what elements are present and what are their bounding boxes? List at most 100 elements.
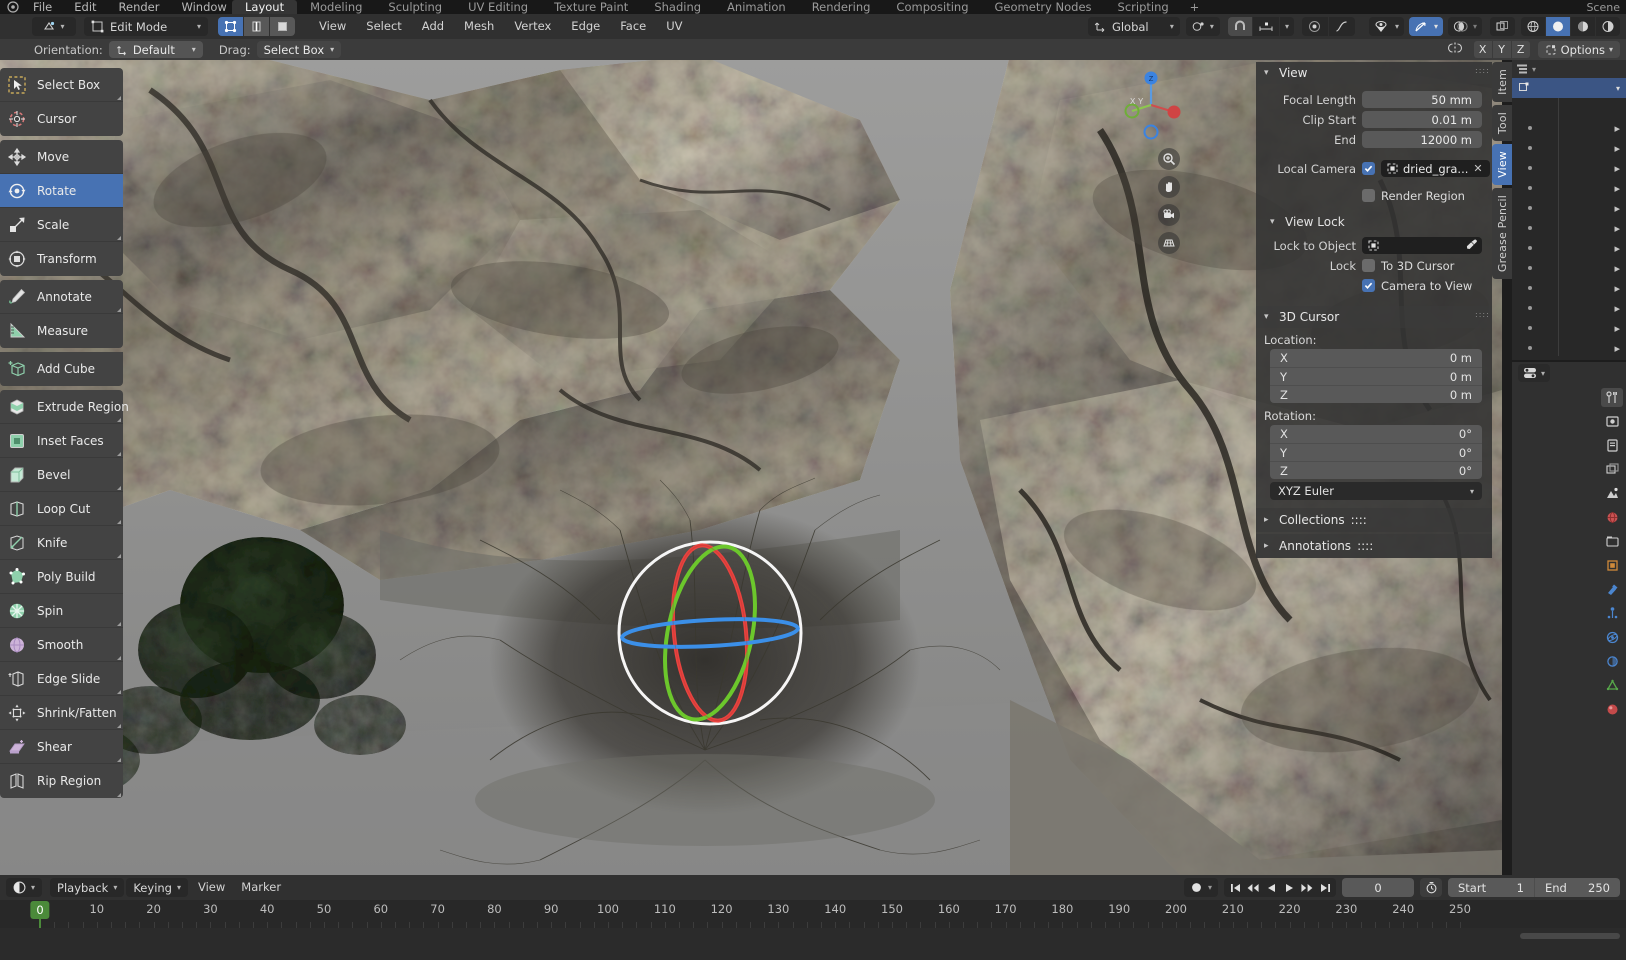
tool-rotate[interactable]: Rotate <box>0 174 123 208</box>
menu-mesh[interactable]: Mesh <box>454 17 504 36</box>
data-properties-icon[interactable] <box>1601 676 1623 695</box>
outliner-row[interactable]: ▸ <box>1512 218 1626 238</box>
magnet-icon[interactable] <box>1227 17 1252 36</box>
snap-increment-icon[interactable] <box>1252 17 1279 36</box>
tool-poly-build[interactable]: Poly Build <box>0 560 123 594</box>
face-select-icon[interactable] <box>270 17 295 36</box>
timeline-scrollbar[interactable] <box>1520 933 1620 939</box>
tool-scale[interactable]: Scale <box>0 208 123 242</box>
tool-loop-cut[interactable]: Loop Cut <box>0 492 123 526</box>
rendered-shading-icon[interactable] <box>1596 17 1620 36</box>
mirror-z-button[interactable]: Z <box>1511 41 1530 58</box>
material-properties-icon[interactable] <box>1601 700 1623 719</box>
tab-layout[interactable]: Layout <box>232 0 298 14</box>
sidebar-tab-tool[interactable]: Tool <box>1492 104 1512 142</box>
tool-extrude-region[interactable]: Extrude Region <box>0 390 129 424</box>
jump-to-end-icon[interactable] <box>1316 878 1334 897</box>
menu-face[interactable]: Face <box>610 17 656 36</box>
eyedropper-icon[interactable] <box>1466 238 1478 253</box>
jump-to-prev-keyframe-icon[interactable] <box>1244 878 1262 897</box>
sidebar-tab-grease-pencil[interactable]: Grease Pencil <box>1492 187 1512 279</box>
view-lock-section-header[interactable]: ▾ View Lock <box>1256 212 1492 232</box>
view-section-header[interactable]: ▾ View :::: <box>1256 62 1492 84</box>
menu-edit[interactable]: Edit <box>63 0 107 14</box>
tool-edge-slide[interactable]: Edge Slide <box>0 662 123 696</box>
current-frame-field[interactable]: 0 <box>1342 878 1414 897</box>
tool-shear[interactable]: Shear <box>0 730 123 764</box>
local-camera-checkbox[interactable] <box>1362 162 1375 175</box>
tool-measure[interactable]: Measure <box>0 314 123 348</box>
tool-expand-corner[interactable] <box>117 554 121 558</box>
camera-view-icon[interactable] <box>1158 204 1180 226</box>
tool-expand-corner[interactable] <box>117 690 121 694</box>
outliner-row-arrow[interactable]: ▾ <box>1616 84 1620 93</box>
outliner-row[interactable] <box>1512 98 1626 118</box>
collection-properties-icon[interactable] <box>1601 532 1623 551</box>
end-frame-field[interactable]: End 250 <box>1534 878 1620 897</box>
cursor-location-z[interactable]: Z 0 m <box>1270 385 1482 403</box>
tab-uv-editing[interactable]: UV Editing <box>455 0 541 14</box>
tool-expand-corner[interactable] <box>117 793 121 797</box>
jump-to-start-icon[interactable] <box>1226 878 1244 897</box>
outliner-row[interactable]: ▸ <box>1512 258 1626 278</box>
focal-length-field[interactable]: 50 mm <box>1362 91 1482 108</box>
vertex-select-icon[interactable] <box>218 17 243 36</box>
blender-logo-icon[interactable] <box>4 0 22 14</box>
menu-add[interactable]: Add <box>412 17 454 36</box>
modifier-properties-icon[interactable] <box>1601 580 1623 599</box>
rotation-mode-dropdown[interactable]: XYZ Euler ▾ <box>1270 482 1482 500</box>
outliner-row[interactable]: ▸ <box>1512 118 1626 138</box>
annotations-section-header[interactable]: ▸ Annotations :::: <box>1256 534 1492 558</box>
clip-end-field[interactable]: 12000 m <box>1362 131 1482 148</box>
options-button[interactable]: Options ▾ <box>1537 41 1620 58</box>
outliner-row-active[interactable]: ▾ <box>1512 78 1626 98</box>
tool-bevel[interactable]: Bevel <box>0 458 123 492</box>
outliner-marker-icon[interactable]: ▸ <box>1614 162 1620 175</box>
collections-section-header[interactable]: ▸ Collections :::: <box>1256 508 1492 532</box>
tab-rendering[interactable]: Rendering <box>799 0 884 14</box>
menu-edge[interactable]: Edge <box>561 17 610 36</box>
wireframe-shading-icon[interactable] <box>1521 17 1545 36</box>
auto-keying-group[interactable]: ▾ <box>1183 878 1218 897</box>
object-properties-icon[interactable] <box>1601 556 1623 575</box>
tool-expand-corner[interactable] <box>117 452 121 456</box>
outliner-marker-icon[interactable]: ▸ <box>1614 182 1620 195</box>
tool-cursor[interactable]: Cursor <box>0 102 123 136</box>
tab-shading[interactable]: Shading <box>641 0 714 14</box>
menu-render[interactable]: Render <box>108 0 171 14</box>
gizmo-toggle[interactable]: ▾ <box>1408 17 1443 36</box>
outliner-row[interactable]: ▸ <box>1512 138 1626 158</box>
tool-expand-corner[interactable] <box>117 656 121 660</box>
outliner-editor[interactable]: ▾ ▾ ▸ ▸ ▸ ▸ ▸ ▸ ▸ ▸ ▸ ▸ ▸ ▸ <box>1512 60 1626 360</box>
solid-shading-icon[interactable] <box>1546 17 1570 36</box>
tool-expand-corner[interactable] <box>117 724 121 728</box>
tool-orientation-dropdown[interactable]: Default ▾ <box>108 41 203 58</box>
menu-file[interactable]: File <box>22 0 63 14</box>
local-camera-object-field[interactable]: dried_gra... ✕ <box>1381 160 1490 177</box>
tool-expand-corner[interactable] <box>117 486 121 490</box>
mirror-x-button[interactable]: X <box>1473 41 1492 58</box>
mode-selector[interactable]: Edit Mode ▾ <box>84 17 208 36</box>
zoom-icon[interactable] <box>1158 148 1180 170</box>
outliner-marker-icon[interactable]: ▸ <box>1614 222 1620 235</box>
mirror-y-button[interactable]: Y <box>1492 41 1511 58</box>
scene-properties-icon[interactable] <box>1601 484 1623 503</box>
tool-rip-region[interactable]: Rip Region <box>0 764 123 798</box>
timeline-ruler[interactable]: 10 20 30 40 50 60 70 80 90 100 110 120 130 140 150 160 1… <box>0 900 1626 960</box>
timeline-menu-view[interactable]: View <box>190 878 233 897</box>
outliner-row[interactable]: ▸ <box>1512 338 1626 358</box>
playback-menu[interactable]: Playback ▾ <box>50 878 125 897</box>
edge-select-icon[interactable] <box>244 17 269 36</box>
outliner-marker-icon[interactable]: ▸ <box>1614 202 1620 215</box>
timeline-menu-marker[interactable]: Marker <box>233 878 289 897</box>
outliner-row[interactable]: ▸ <box>1512 298 1626 318</box>
keying-menu[interactable]: Keying ▾ <box>126 878 188 897</box>
tool-shrink-fatten[interactable]: Shrink/Fatten <box>0 696 123 730</box>
lock-to-object-field[interactable] <box>1362 237 1482 254</box>
tool-spin[interactable]: Spin <box>0 594 123 628</box>
menu-view[interactable]: View <box>309 17 356 36</box>
tool-expand-corner[interactable] <box>117 308 121 312</box>
outliner-row[interactable]: ▸ <box>1512 158 1626 178</box>
menu-select[interactable]: Select <box>356 17 411 36</box>
material-shading-icon[interactable] <box>1571 17 1595 36</box>
